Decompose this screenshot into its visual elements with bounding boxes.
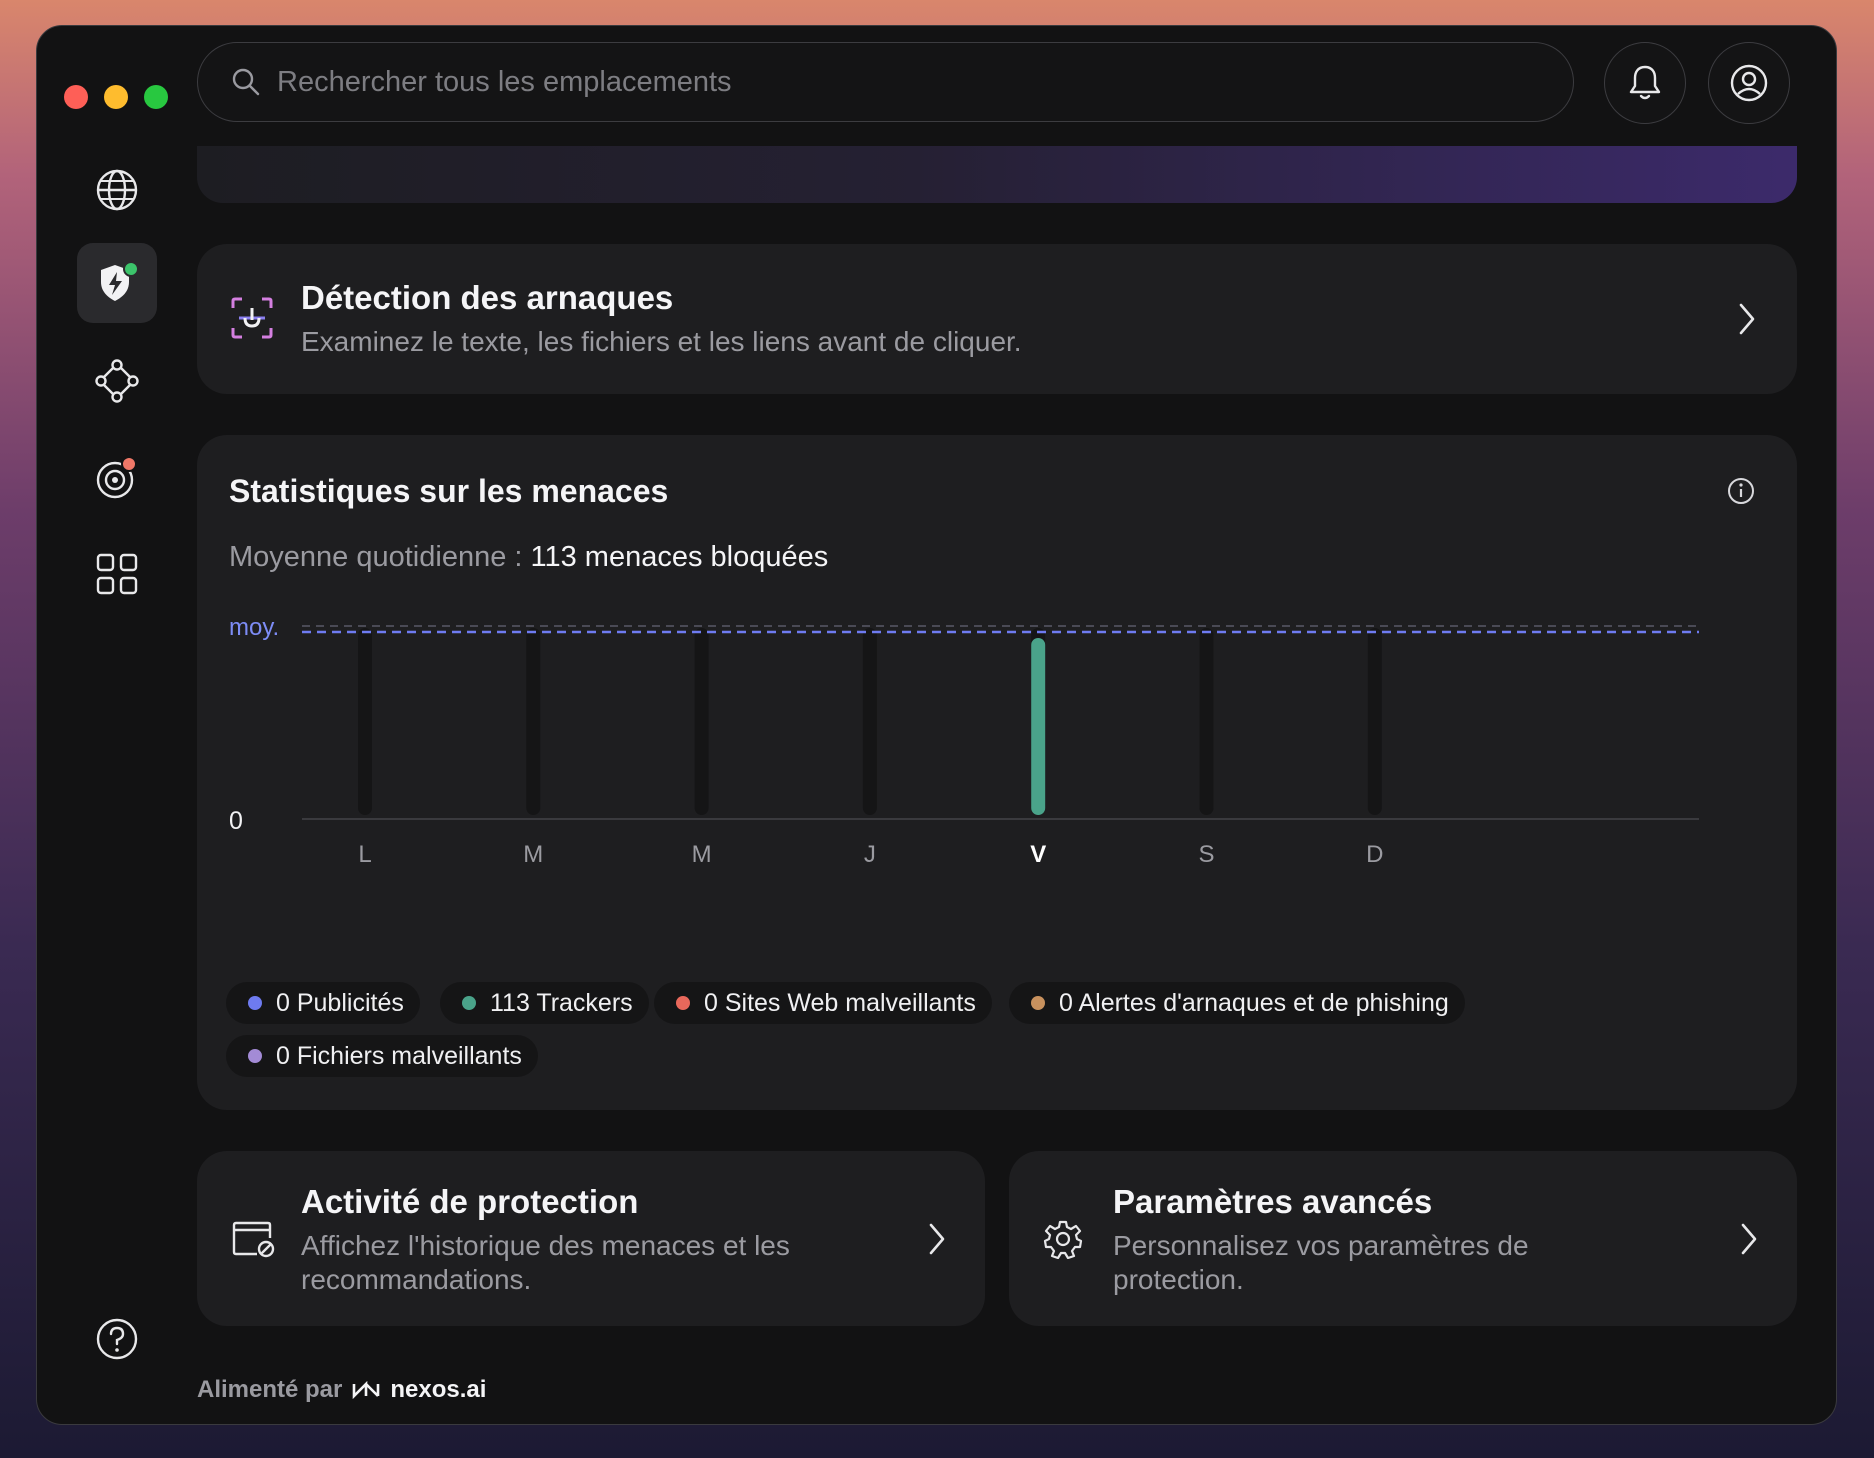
legend-item: 113 Trackers: [440, 982, 649, 1024]
protection-activity-card[interactable]: Activité de protection Affichez l'histor…: [197, 1151, 985, 1326]
scan-link-icon: [231, 297, 273, 339]
advanced-settings-card[interactable]: Paramètres avancés Personnalisez vos par…: [1009, 1151, 1797, 1326]
notifications-button[interactable]: [1604, 42, 1686, 124]
activity-subtitle-line1: Affichez l'historique des menaces et les: [301, 1230, 790, 1261]
x-axis-labels: LMMJVSD: [358, 841, 1383, 868]
footer-brand: nexos.ai: [390, 1376, 487, 1403]
legend-label: 113 Trackers: [490, 988, 633, 1017]
activity-window-icon: [232, 1221, 275, 1258]
sidebar-item-dark-web-monitor[interactable]: [77, 438, 157, 518]
average-line-label: moy.: [229, 614, 279, 641]
scam-detection-subtitle: Examinez le texte, les fichiers et les l…: [301, 326, 1022, 357]
user-icon: [1730, 64, 1768, 102]
minimize-window-button[interactable]: [104, 85, 128, 109]
legend-item: 0 Sites Web malveillants: [654, 982, 992, 1024]
account-button[interactable]: [1708, 42, 1790, 124]
chevron-right-icon: [929, 1223, 945, 1255]
maximize-window-button[interactable]: [144, 85, 168, 109]
mesh-network-icon: [95, 359, 139, 403]
bar-track: [1367, 628, 1382, 815]
daily-average-value: 113 menaces bloquées: [530, 541, 829, 573]
legend-item: 0 Fichiers malveillants: [226, 1035, 538, 1077]
advanced-title: Paramètres avancés: [1113, 1183, 1433, 1220]
help-icon: [96, 1318, 138, 1360]
legend-label: 0 Sites Web malveillants: [704, 988, 976, 1017]
chart-bars: [358, 628, 1382, 815]
legend-dot: [248, 996, 262, 1010]
nexos-logo-icon: [353, 1381, 380, 1399]
info-icon[interactable]: [1727, 477, 1755, 505]
shield-icon: [101, 261, 139, 301]
sidebar-item-more-apps[interactable]: [77, 534, 157, 614]
stats-title: Statistiques sur les menaces: [229, 473, 669, 509]
bar-track: [862, 628, 877, 815]
search-icon: [232, 68, 260, 96]
close-window-button[interactable]: [64, 85, 88, 109]
x-tick-label: M: [523, 841, 543, 868]
footer-prefix: Alimenté par: [197, 1376, 343, 1403]
daily-average-label: Moyenne quotidienne :: [229, 541, 531, 573]
legend-item: 0 Alertes d'arnaques et de phishing: [1009, 982, 1465, 1024]
globe-icon: [96, 169, 138, 211]
scam-detection-title: Détection des arnaques: [301, 279, 674, 316]
activity-title: Activité de protection: [301, 1183, 639, 1220]
legend-label: 0 Publicités: [276, 988, 404, 1017]
x-tick-label: S: [1198, 841, 1214, 868]
legend-dot: [1031, 996, 1045, 1010]
advanced-subtitle-line2: protection.: [1113, 1264, 1244, 1295]
bell-icon: [1629, 65, 1661, 100]
sidebar-item-threat-protection[interactable]: [77, 243, 157, 323]
threat-chart: moy. 0 L M M J V S D: [229, 614, 1699, 868]
x-tick-label: L: [358, 841, 371, 868]
x-tick-label: V: [1030, 841, 1046, 868]
x-tick-label: J: [864, 841, 876, 868]
search-input[interactable]: Rechercher tous les emplacements: [277, 66, 732, 99]
bar-4[interactable]: [1031, 638, 1046, 815]
legend-dot: [248, 1049, 262, 1063]
y-zero-label: 0: [229, 807, 243, 835]
window-controls: [64, 85, 168, 109]
threat-stats-card: Statistiques sur les menaces Moyenne quo…: [197, 435, 1797, 1110]
footer: Alimenté par nexos.ai: [197, 1376, 486, 1404]
legend-label: 0 Fichiers malveillants: [276, 1041, 522, 1070]
activity-subtitle-line2: recommandations.: [301, 1264, 532, 1295]
chevron-right-icon: [1741, 1223, 1757, 1255]
app-window: Rechercher tous les emplacements Détecti…: [36, 25, 1837, 1425]
legend-dot: [462, 996, 476, 1010]
chevron-right-icon: [1739, 303, 1755, 335]
advanced-subtitle-line1: Personnalisez vos paramètres de: [1113, 1230, 1529, 1261]
sidebar-item-vpn[interactable]: [77, 150, 157, 230]
search-bar[interactable]: Rechercher tous les emplacements: [197, 42, 1574, 122]
main-content: Détection des arnaques Examinez le texte…: [197, 146, 1797, 1386]
bar-track: [358, 628, 372, 815]
gear-icon: [1043, 1220, 1083, 1259]
promo-banner[interactable]: [197, 146, 1797, 203]
sidebar-item-meshnet[interactable]: [77, 341, 157, 421]
legend-label: 0 Alertes d'arnaques et de phishing: [1059, 988, 1449, 1017]
daily-average: Moyenne quotidienne : 113 menaces bloqué…: [229, 541, 828, 574]
bar-track: [526, 628, 541, 815]
target-icon: [96, 456, 137, 499]
legend-dot: [676, 996, 690, 1010]
sidebar-item-help[interactable]: [77, 1299, 157, 1379]
x-tick-label: D: [1366, 841, 1383, 868]
scam-detection-card[interactable]: Détection des arnaques Examinez le texte…: [197, 244, 1797, 394]
apps-grid-icon: [96, 553, 138, 595]
bar-track: [1199, 628, 1214, 815]
legend-item: 0 Publicités: [226, 982, 420, 1024]
x-tick-label: M: [692, 841, 712, 868]
bar-track: [694, 628, 709, 815]
